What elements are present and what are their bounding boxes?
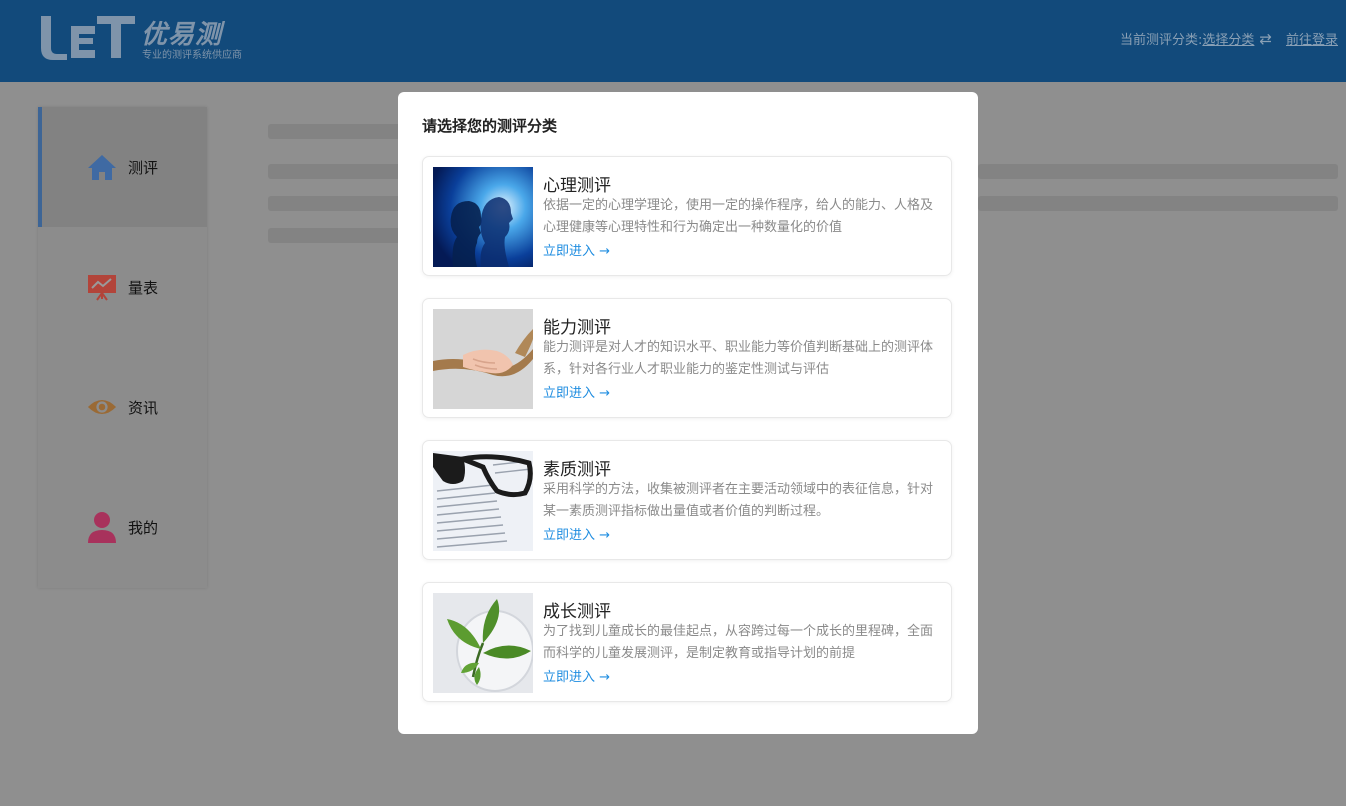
rope-hands-image — [433, 309, 533, 409]
card-description: 依据一定的心理学理论，使用一定的操作程序，给人的能力、人格及心理健康等心理特性和… — [543, 198, 934, 235]
logo-subtitle: 专业的测评系统供应商 — [142, 50, 242, 61]
user-icon — [87, 512, 117, 543]
sidebar-item-label: 量表 — [127, 278, 158, 297]
card-title: 成长测评 — [543, 602, 611, 622]
sidebar-item-news[interactable]: 资讯 — [38, 347, 207, 467]
skeleton-line — [978, 164, 1338, 179]
sprout-leaves-image — [433, 593, 533, 693]
category-card-psychology[interactable]: 心理测评 依据一定的心理学理论，使用一定的操作程序，给人的能力、人格及心理健康等… — [422, 156, 952, 276]
card-title: 心理测评 — [543, 176, 611, 196]
category-card-quality[interactable]: 素质测评 采用科学的方法，收集被测评者在主要活动领域中的表征信息，针对某一素质测… — [422, 440, 952, 560]
swap-icon[interactable]: ⇄ — [1259, 30, 1272, 48]
current-category-label: 当前测评分类: — [1120, 33, 1203, 48]
card-title: 素质测评 — [543, 460, 611, 480]
top-header: 优易测 专业的测评系统供应商 当前测评分类: 选择分类 ⇄ 前往登录 — [0, 0, 1346, 82]
enter-link[interactable]: 立即进入 → — [543, 666, 610, 685]
eye-icon — [87, 392, 117, 422]
sidebar-nav: 测评 量表 资讯 我的 — [38, 107, 207, 588]
enter-link[interactable]: 立即进入 → — [543, 382, 610, 401]
sidebar-item-mine[interactable]: 我的 — [38, 467, 207, 587]
sidebar-item-scales[interactable]: 量表 — [38, 227, 207, 347]
sidebar-item-assessment[interactable]: 测评 — [38, 107, 207, 227]
skeleton-line — [268, 196, 408, 211]
card-description: 能力测评是对人才的知识水平、职业能力等价值判断基础上的测评体系，针对各行业人才职… — [543, 340, 934, 377]
card-description: 采用科学的方法，收集被测评者在主要活动领域中的表征信息，针对某一素质测评指标做出… — [543, 482, 934, 519]
skeleton-line — [268, 228, 408, 243]
login-link[interactable]: 前往登录 — [1286, 29, 1338, 48]
category-select-modal: 请选择您的测评分类 心理测评 依据一定的心理学理论，使用一定的操作程序，给人的能… — [398, 92, 978, 734]
category-card-growth[interactable]: 成长测评 为了找到儿童成长的最佳起点，从容跨过每一个成长的里程碑，全面而科学的儿… — [422, 582, 952, 702]
glasses-book-image — [433, 451, 533, 551]
enter-link[interactable]: 立即进入 → — [543, 524, 610, 543]
sidebar-item-label: 资讯 — [127, 398, 158, 417]
select-category-link[interactable]: 选择分类 — [1202, 29, 1254, 48]
logo-mark-icon — [41, 16, 135, 60]
card-description: 为了找到儿童成长的最佳起点，从容跨过每一个成长的里程碑，全面而科学的儿童发展测评… — [543, 624, 934, 661]
sidebar-item-label: 我的 — [127, 518, 158, 537]
logo[interactable]: 优易测 专业的测评系统供应商 — [37, 12, 257, 62]
presentation-chart-icon — [87, 272, 117, 302]
psychology-image — [433, 167, 533, 267]
enter-link[interactable]: 立即进入 → — [543, 240, 610, 259]
skeleton-line — [978, 196, 1338, 211]
card-title: 能力测评 — [543, 318, 611, 338]
header-actions: 当前测评分类: 选择分类 ⇄ 前往登录 — [1120, 29, 1338, 49]
sidebar-item-label: 测评 — [127, 158, 158, 177]
skeleton-line — [268, 124, 408, 139]
skeleton-line — [268, 164, 408, 179]
modal-title: 请选择您的测评分类 — [422, 117, 558, 135]
category-card-ability[interactable]: 能力测评 能力测评是对人才的知识水平、职业能力等价值判断基础上的测评体系，针对各… — [422, 298, 952, 418]
home-icon — [87, 152, 117, 182]
